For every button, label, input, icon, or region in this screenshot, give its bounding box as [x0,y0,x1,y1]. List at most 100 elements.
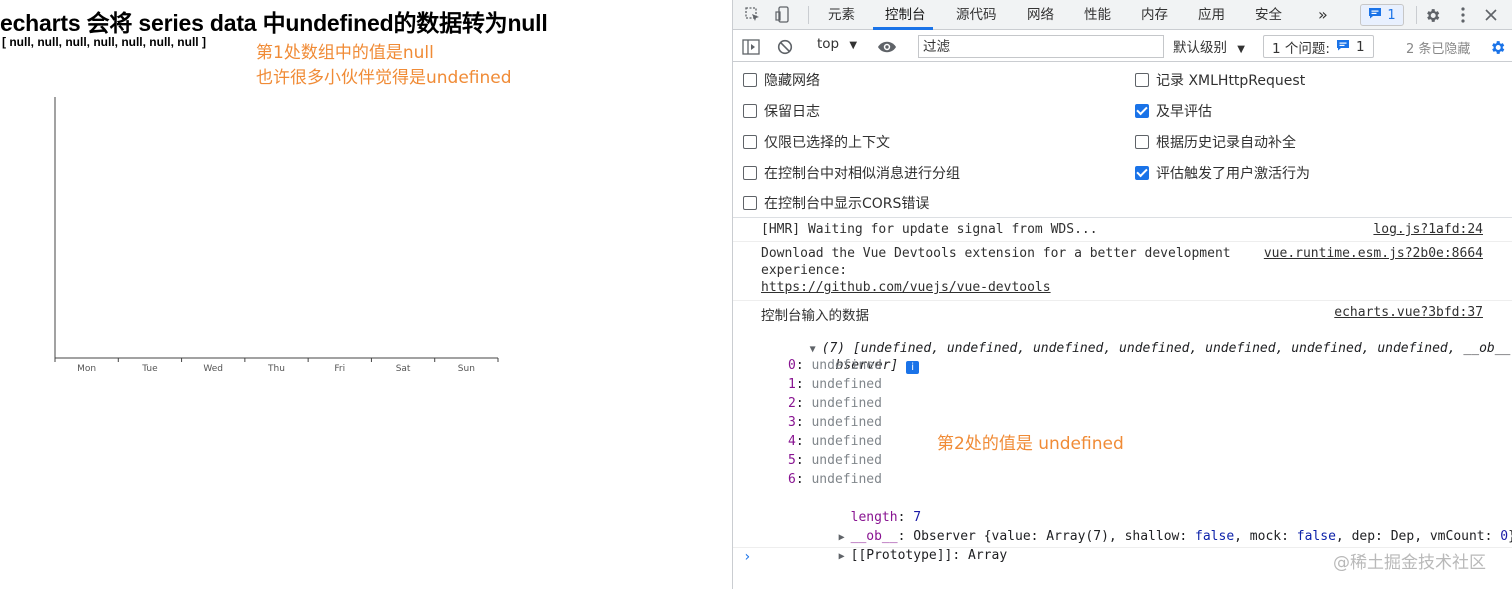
checkbox-checked[interactable] [1135,104,1149,118]
checkbox[interactable] [743,196,757,210]
checkbox[interactable] [1135,73,1149,87]
live-expression-eye-icon[interactable] [877,37,897,57]
line-chart: Mon Tue Wed Thu Fri Sat Sun [54,97,499,374]
checkbox[interactable] [1135,135,1149,149]
setting-label: 根据历史记录自动补全 [1156,135,1296,151]
watermark-text: @稀土掘金技术社区 [1333,553,1486,573]
log-level-value: 默认级别 [1173,40,1227,56]
console-output: [HMR] Waiting for update signal from WDS… [733,218,1512,589]
annotation-note-3: 第2处的值是 undefined [937,434,1124,454]
setting-label: 评估触发了用户激活行为 [1156,166,1310,182]
toggle-sidebar-icon[interactable] [741,37,761,57]
checkbox[interactable] [743,166,757,180]
prototype-text: [[Prototype]]: Array [850,548,1008,563]
ob-vmcount-value: 0 [1500,529,1509,544]
array-entry: 4: undefined [788,434,882,449]
array-entry: 0: undefined [788,358,882,373]
setting-label: 在控制台中对相似消息进行分组 [764,166,960,182]
setting-label: 及早评估 [1156,104,1212,120]
clear-console-icon[interactable] [775,37,795,57]
collapsed-arrow-icon: ▶ [838,551,845,562]
ob-suffix: } [1508,529,1512,544]
tab-console[interactable]: 控制台 [885,0,926,30]
prototype-toggle[interactable]: ▶ [[Prototype]]: Array [776,527,1008,585]
ob-mid-1: , mock: [1234,529,1297,544]
filter-input[interactable] [918,35,1164,58]
ob-shallow-value: false [1195,529,1235,544]
setting-label: 隐藏网络 [764,73,820,89]
device-toolbar-icon[interactable] [773,5,793,25]
entry-key: 6 [788,472,796,487]
tab-elements[interactable]: 元素 [828,0,855,30]
inspect-element-icon[interactable] [743,5,763,25]
more-options-icon[interactable] [1453,5,1473,25]
entry-value: undefined [811,415,882,430]
tab-separator [808,6,809,24]
context-select[interactable]: top ▼ [817,36,857,52]
console-toolbar: top ▼ 默认级别 ▼ 1 个问题: 1 2 条已隐藏 [733,31,1512,62]
issues-label: 1 个问题: [1272,40,1330,57]
tab-application[interactable]: 应用 [1198,0,1225,30]
x-axis-label: Sun [458,364,475,374]
source-link[interactable]: vue.runtime.esm.js?2b0e:8664 [1264,246,1483,261]
tab-sources[interactable]: 源代码 [956,0,997,30]
array-summary-line1: (7) [undefined, undefined, undefined, un… [821,341,1512,356]
console-message-vue-devtools: Download the Vue Devtools extension for … [733,242,1512,301]
setting-hide-network[interactable]: 隐藏网络 [743,70,820,90]
x-axis-label: Sat [396,364,411,374]
tab-network[interactable]: 网络 [1027,0,1054,30]
ob-mock-value: false [1296,529,1336,544]
message-text: [HMR] Waiting for update signal from WDS… [761,222,1098,237]
tab-performance[interactable]: 性能 [1084,0,1111,30]
ob-mid-2: , dep: Dep, vmCount: [1335,529,1501,544]
source-link[interactable]: echarts.vue?3bfd:37 [1334,305,1483,320]
close-devtools-icon[interactable] [1481,5,1501,25]
issues-count: 1 [1355,38,1365,55]
array-output-text: [ null, null, null, null, null, null, nu… [2,35,206,49]
console-prompt-chevron-icon[interactable]: › [743,549,751,565]
more-tabs-chevron-icon[interactable]: » [1318,0,1328,30]
setting-log-xmlhttprequest[interactable]: 记录 XMLHttpRequest [1135,70,1305,90]
entry-value: undefined [811,434,882,449]
setting-autocomplete-history[interactable]: 根据历史记录自动补全 [1135,132,1296,152]
log-level-select[interactable]: 默认级别 ▼ [1173,36,1245,56]
setting-label: 保留日志 [764,104,820,120]
array-entry: 3: undefined [788,415,882,430]
setting-group-similar[interactable]: 在控制台中对相似消息进行分组 [743,163,960,183]
devtools-url-link[interactable]: https://github.com/vuejs/vue-devtools [761,280,1051,295]
hidden-messages-count: 2 条已隐藏 [1406,42,1471,57]
message-text-line1: Download the Vue Devtools extension for … [761,246,1231,261]
setting-label: 仅限已选择的上下文 [764,135,890,151]
setting-preserve-log[interactable]: 保留日志 [743,101,820,121]
console-settings-gear-icon[interactable] [1487,37,1507,57]
tab-separator [1416,6,1417,24]
setting-label: 在控制台中显示CORS错误 [764,196,930,212]
checkbox[interactable] [743,135,757,149]
setting-show-cors-errors[interactable]: 在控制台中显示CORS错误 [743,193,929,213]
x-axis-label: Thu [267,364,285,374]
checkbox[interactable] [743,73,757,87]
message-icon [1368,7,1382,23]
devtools-tabbar: 元素 控制台 源代码 网络 性能 内存 应用 安全 » 1 [733,0,1512,30]
entry-key: 3 [788,415,796,430]
tab-memory[interactable]: 内存 [1141,0,1168,30]
setting-selected-context-only[interactable]: 仅限已选择的上下文 [743,132,890,152]
message-icon [1336,39,1350,55]
chart-x-labels: Mon Tue Wed Thu Fri Sat Sun [77,364,475,374]
setting-user-activation[interactable]: 评估触发了用户激活行为 [1135,163,1310,183]
checkbox[interactable] [743,104,757,118]
info-icon[interactable]: i [906,361,920,374]
setting-eager-evaluation[interactable]: 及早评估 [1135,101,1212,121]
devtools-panel: 元素 控制台 源代码 网络 性能 内存 应用 安全 » 1 top ▼ 过滤 默… [732,0,1512,589]
entry-value: undefined [811,377,882,392]
issues-badge-button[interactable]: 1 [1360,4,1404,26]
tab-security[interactable]: 安全 [1255,0,1282,30]
checkbox-checked[interactable] [1135,166,1149,180]
console-message-hmr: [HMR] Waiting for update signal from WDS… [733,218,1512,242]
source-link[interactable]: log.js?1afd:24 [1373,222,1483,237]
chart-x-ticks [54,358,499,362]
issues-button[interactable]: 1 个问题: 1 [1263,35,1374,58]
settings-gear-icon[interactable] [1422,5,1442,25]
entry-value: undefined [811,453,882,468]
entry-key: 4 [788,434,796,449]
